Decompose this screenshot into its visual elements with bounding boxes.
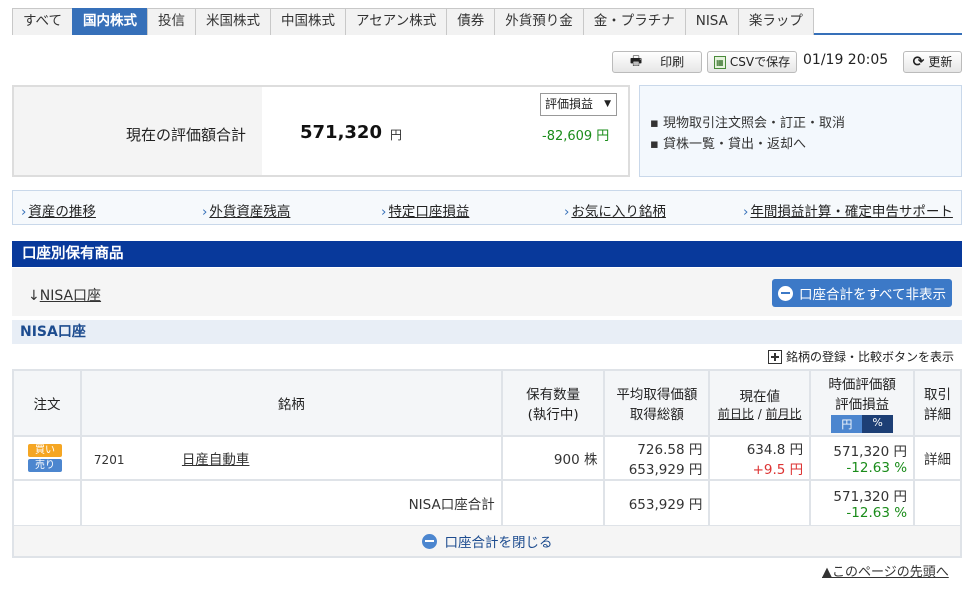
price-cell: 634.8 円 +9.5 円 [708,435,812,481]
annual-pl-link[interactable]: › 年間損益計算・確定申告サポート [743,200,953,220]
nisa-anchor-link[interactable]: ↓NISA口座 [28,285,101,305]
arrow-icon: › [564,204,570,220]
value-cell: 571,320 円 -12.63 % [809,435,916,481]
nisa-heading: NISA口座 [12,320,962,344]
col-name: 銘柄 [79,369,503,437]
col-price: 現在値 前日比 / 前月比 [708,369,812,437]
stock-code: 7201 [93,453,125,467]
col-value: 時価評価額 評価損益円% [809,369,916,437]
account-bar: ↓NISA口座 口座合計をすべて非表示 [12,268,962,316]
tab-2[interactable]: 投信 [147,8,197,35]
asset-history-link[interactable]: › 資産の推移 [21,200,96,220]
tab-9[interactable]: NISA [684,8,739,35]
buy-button[interactable]: 買い [28,444,62,457]
minus-icon [777,285,793,301]
valuation-change: -82,609 円 [542,129,610,144]
quick-links-bar: › 資産の推移 › 外貨資産残高 › 特定口座損益 › お気に入り銘柄 › 年間損益計算・… [12,190,962,225]
tokutei-pl-link[interactable]: › 特定口座損益 [381,200,469,220]
valuation-amount: 571,320 [300,122,382,143]
total-cost: 653,929 円 [603,479,711,527]
holding-qty: 900 株 [500,435,606,481]
select-value: 評価損益 [545,97,594,111]
tab-1[interactable]: 国内株式 [72,8,149,35]
day-change-sort[interactable]: 前日比 [718,407,754,421]
arrow-icon: › [381,204,387,220]
print-button[interactable]: 🖶 印刷 [612,51,702,73]
arrow-icon: › [202,204,208,220]
tab-6[interactable]: 債券 [446,8,496,35]
minus-icon [421,533,437,549]
refresh-icon: ⟳ [912,54,925,70]
hide-all-totals-button[interactable]: 口座合計をすべて非表示 [772,279,952,307]
lending-list-link[interactable]: ▪ 貸株一覧・貸出・返却へ [650,133,806,152]
holdings-table: 注文 銘柄 保有数量 (執行中) 平均取得価額 取得総額 現在値 前日比 / 前月比 … [12,369,962,527]
month-change-sort[interactable]: 前月比 [766,407,802,421]
valuation-value-area: 571,320 円 評価損益 ▼ -82,609 円 [262,87,628,175]
refresh-label: 更新 [928,55,953,69]
tab-10[interactable]: 楽ラップ [737,8,814,35]
csv-icon: ▦ [713,55,726,69]
print-label: 印刷 [660,55,685,69]
table-row: 買い売り 7201 日産自動車 900 株 726.58 円 653,929 円 6… [12,435,962,481]
refresh-button[interactable]: ⟳ 更新 [903,51,962,73]
unit-toggle[interactable]: 円% [831,415,893,433]
sell-button[interactable]: 売り [28,459,62,472]
valuation-label: 現在の評価額合計 [126,126,247,144]
arrow-icon: › [21,204,27,220]
tab-8[interactable]: 金・プラチナ [582,8,686,35]
page-top-link[interactable]: ▲このページの先頭へ [822,561,949,580]
col-qty: 保有数量 (執行中) [500,369,606,437]
asset-tabs: すべて 国内株式 投信 米国株式 中国株式 アセアン株式 債券 外貨預り金 金・プラチナ NISA… [12,8,962,35]
total-value-cell: 571,320 円 -12.63 % [809,479,916,527]
trade-links-panel: ▪ 現物取引注文照会・訂正・取消 ▪ 貸株一覧・貸出・返却へ [639,85,962,177]
avg-cost-cell: 726.58 円 653,929 円 [603,435,711,481]
valuation-panel: 現在の評価額合計 571,320 円 評価損益 ▼ -82,609 円 [12,85,630,177]
col-detail: 取引 詳細 [913,369,962,437]
detail-link[interactable]: 詳細 [913,435,962,481]
register-compare-toggle[interactable]: 銘柄の登録・比較ボタンを表示 [768,348,954,365]
csv-save-button[interactable]: ▦ CSVで保存 [707,51,797,73]
total-row: NISA口座合計 653,929 円 571,320 円 -12.63 % [12,479,962,527]
tab-0[interactable]: すべて [12,8,74,35]
arrow-icon: › [743,204,749,220]
order-inquiry-link[interactable]: ▪ 現物取引注文照会・訂正・取消 [650,112,845,131]
tab-7[interactable]: 外貨預り金 [494,8,584,35]
section-title: 口座別保有商品 [12,241,962,267]
tab-4[interactable]: 中国株式 [270,8,347,35]
foreign-assets-link[interactable]: › 外貨資産残高 [202,200,290,220]
valuation-unit: 円 [390,128,403,142]
close-totals-button[interactable]: 口座合計を閉じる [12,526,962,558]
total-label: NISA口座合計 [79,479,503,527]
csv-label: CSVで保存 [729,55,791,69]
stock-name-link[interactable]: 日産自動車 [182,452,250,468]
col-avg: 平均取得価額 取得総額 [603,369,711,437]
valuation-type-select[interactable]: 評価損益 ▼ [540,93,617,116]
plus-icon [768,349,782,364]
printer-icon: 🖶 [629,54,643,69]
dropdown-arrow-icon: ▼ [604,99,611,109]
favorites-link[interactable]: › お気に入り銘柄 [564,200,666,220]
tab-5[interactable]: アセアン株式 [345,8,448,35]
tab-3[interactable]: 米国株式 [195,8,272,35]
col-order: 注文 [12,369,82,437]
timestamp: 01/19 20:05 [803,52,889,68]
